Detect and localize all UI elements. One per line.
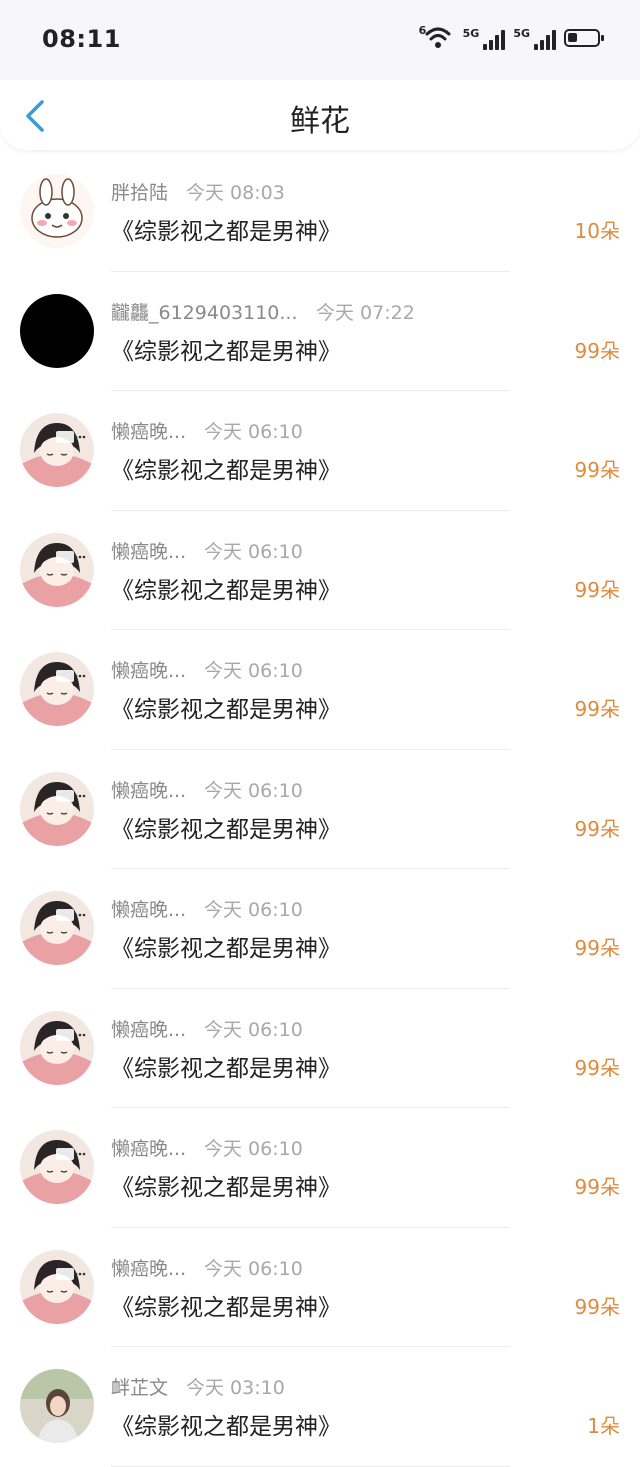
timestamp: 今天 07:22 [316, 301, 415, 324]
username[interactable]: 懒癌晚... [111, 1015, 186, 1042]
timestamp: 今天 06:10 [204, 1257, 303, 1280]
timestamp: 今天 06:10 [204, 540, 303, 563]
flower-record-row[interactable]: 懒癌晚... 今天 06:10 《综影视之都是男神》 99朵 [0, 630, 640, 750]
book-title: 《综影视之都是男神》 [111, 1055, 341, 1082]
nav-bar: 鲜花 [0, 80, 640, 150]
avatar[interactable] [20, 293, 94, 368]
flower-count: 1朵 [587, 1414, 620, 1438]
flower-count: 99朵 [574, 697, 620, 721]
book-title: 《综影视之都是男神》 [111, 577, 341, 604]
timestamp: 今天 06:10 [204, 779, 303, 802]
status-time: 08:11 [42, 25, 121, 53]
book-title: 《综影视之都是男神》 [111, 816, 341, 843]
avatar[interactable] [20, 771, 94, 846]
book-title: 《综影视之都是男神》 [111, 1175, 341, 1201]
flower-count: 99朵 [574, 458, 620, 482]
avatar[interactable] [20, 891, 94, 965]
flower-count: 99朵 [574, 1055, 620, 1080]
flower-record-row[interactable]: 懒癌晚... 今天 06:10 《综影视之都是男神》 99朵 [0, 869, 640, 989]
flower-count: 99朵 [574, 338, 620, 363]
book-title: 《综影视之都是男神》 [111, 1414, 341, 1440]
flower-record-row[interactable]: 懒癌晚... 今天 06:10 《综影视之都是男神》 99朵 [0, 989, 640, 1108]
avatar[interactable] [20, 1369, 94, 1443]
wifi-icon: 6 [418, 24, 455, 52]
flower-record-row[interactable]: 懒癌晚... 今天 06:10 《综影视之都是男神》 99朵 [0, 391, 640, 511]
username[interactable]: 懒癌晚... [111, 417, 186, 444]
timestamp: 今天 03:10 [186, 1377, 285, 1399]
flower-count: 99朵 [574, 816, 620, 841]
username[interactable]: 龖龘_6129403110... [111, 298, 298, 325]
status-icons: 6 5G 5G [418, 24, 604, 52]
battery-icon [564, 29, 604, 47]
wifi-label: 6 [418, 24, 427, 37]
status-bar: 08:11 6 5G 5G [0, 0, 640, 80]
username[interactable]: 懒癌晚... [111, 895, 186, 922]
avatar[interactable] [20, 1010, 94, 1085]
divider [111, 1465, 510, 1467]
timestamp: 今天 08:03 [186, 182, 285, 204]
flower-record-row[interactable]: 懒癌晚... 今天 06:10 《综影视之都是男神》 99朵 [0, 1228, 640, 1347]
username[interactable]: 懒癌晚... [111, 776, 186, 803]
username[interactable]: 胖拾陆 [111, 178, 168, 205]
flower-record-row[interactable]: 懒癌晚... 今天 06:10 《综影视之都是男神》 99朵 [0, 1108, 640, 1228]
timestamp: 今天 06:10 [204, 660, 303, 682]
book-title: 《综影视之都是男神》 [111, 338, 341, 365]
timestamp: 今天 06:10 [204, 1018, 303, 1041]
flower-record-list: 胖拾陆 今天 08:03 《综影视之都是男神》 10朵龖龘_6129403110...… [0, 152, 640, 1467]
flower-record-row[interactable]: 龖龘_6129403110... 今天 07:22 《综影视之都是男神》 99朵 [0, 272, 640, 391]
flower-count: 99朵 [574, 1294, 620, 1319]
flower-count: 99朵 [574, 936, 620, 960]
avatar[interactable] [20, 652, 94, 726]
username[interactable]: 懒癌晚... [111, 1134, 186, 1161]
timestamp: 今天 06:10 [204, 1138, 303, 1160]
book-title: 《综影视之都是男神》 [111, 219, 341, 245]
flower-count: 99朵 [574, 1175, 620, 1199]
flower-count: 99朵 [574, 577, 620, 602]
flower-record-row[interactable]: 衅芷文 今天 03:10 《综影视之都是男神》 1朵 [0, 1347, 640, 1467]
timestamp: 今天 06:10 [204, 899, 303, 921]
flower-record-row[interactable]: 胖拾陆 今天 08:03 《综影视之都是男神》 10朵 [0, 152, 640, 272]
flower-record-row[interactable]: 懒癌晚... 今天 06:10 《综影视之都是男神》 99朵 [0, 511, 640, 630]
avatar[interactable] [20, 413, 94, 487]
username[interactable]: 懒癌晚... [111, 656, 186, 683]
signal-icon-1: 5G [463, 27, 506, 50]
timestamp: 今天 06:10 [204, 421, 303, 443]
avatar[interactable] [20, 532, 94, 607]
flower-count: 10朵 [574, 219, 620, 243]
avatar[interactable] [20, 1249, 94, 1324]
avatar[interactable] [20, 1130, 94, 1204]
page-title: 鲜花 [290, 104, 350, 139]
avatar[interactable] [20, 174, 94, 248]
username[interactable]: 衅芷文 [111, 1373, 168, 1400]
book-title: 《综影视之都是男神》 [111, 458, 341, 484]
book-title: 《综影视之都是男神》 [111, 697, 341, 723]
flower-record-row[interactable]: 懒癌晚... 今天 06:10 《综影视之都是男神》 99朵 [0, 750, 640, 869]
book-title: 《综影视之都是男神》 [111, 936, 341, 962]
signal-icon-2: 5G [513, 27, 556, 50]
book-title: 《综影视之都是男神》 [111, 1294, 341, 1321]
username[interactable]: 懒癌晚... [111, 537, 186, 564]
username[interactable]: 懒癌晚... [111, 1254, 186, 1281]
